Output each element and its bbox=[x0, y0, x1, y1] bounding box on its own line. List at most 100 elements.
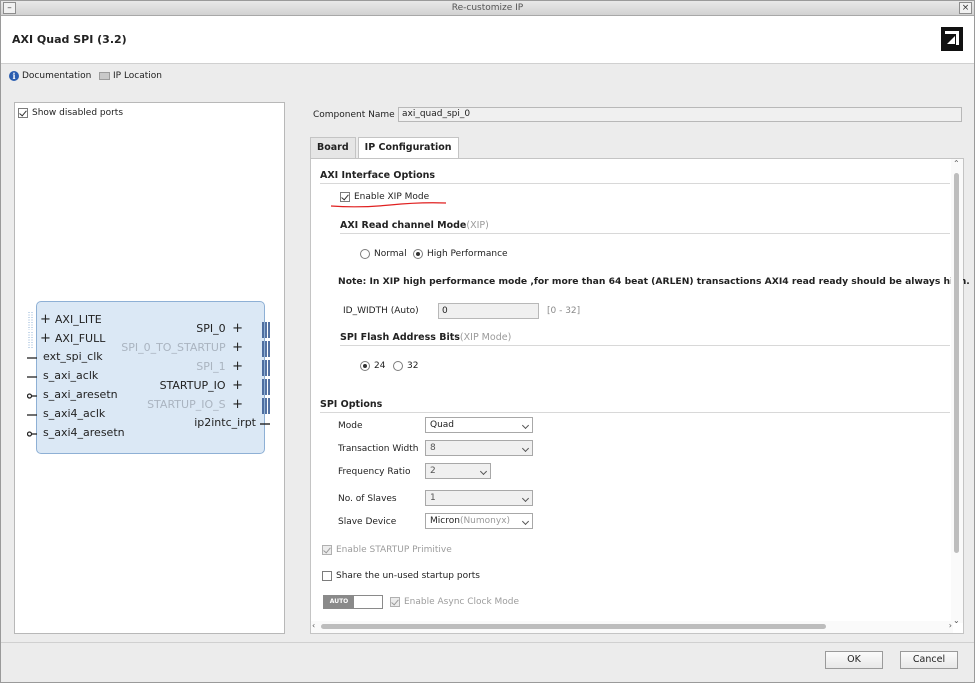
tab-ip-configuration[interactable]: IP Configuration bbox=[357, 137, 459, 159]
no-of-slaves-select[interactable]: 1 bbox=[425, 490, 533, 506]
ip-location-link[interactable]: IP Location bbox=[99, 71, 162, 81]
divider bbox=[320, 183, 950, 184]
tab-bar: Board IP Configuration bbox=[310, 137, 461, 159]
radio-icon bbox=[393, 361, 403, 371]
divider bbox=[340, 345, 950, 346]
close-icon[interactable]: × bbox=[959, 2, 972, 14]
no-of-slaves-label: No. of Slaves bbox=[338, 494, 397, 504]
checkbox-icon bbox=[322, 571, 332, 581]
port-startup-io[interactable]: STARTUP_IO + bbox=[160, 378, 243, 393]
slave-device-label: Slave Device bbox=[338, 517, 397, 527]
expand-plus-icon[interactable]: + bbox=[40, 331, 51, 346]
enable-async-clock-mode-checkbox[interactable]: Enable Async Clock Mode bbox=[390, 597, 519, 607]
symbol-pane: Show disabled ports + AXI_LITE + AXI_FUL… bbox=[14, 102, 285, 634]
frequency-ratio-label: Frequency Ratio bbox=[338, 467, 411, 477]
port-spi-0-to-startup[interactable]: SPI_0_TO_STARTUP + bbox=[121, 340, 243, 355]
read-mode-normal-radio[interactable]: Normal bbox=[360, 249, 407, 259]
horizontal-scrollbar[interactable]: ‹ › bbox=[311, 621, 953, 633]
port-startup-io-s[interactable]: STARTUP_IO_S + bbox=[147, 397, 243, 412]
cancel-button[interactable]: Cancel bbox=[900, 651, 958, 669]
port-s-axi-aclk: s_axi_aclk bbox=[43, 369, 99, 382]
radio-icon bbox=[413, 249, 423, 259]
vertical-scrollbar[interactable]: ⌃ ⌄ bbox=[951, 159, 963, 625]
port-spi-1[interactable]: SPI_1 + bbox=[196, 359, 243, 374]
expand-plus-icon[interactable]: + bbox=[232, 378, 243, 393]
enable-xip-mode-checkbox[interactable]: Enable XIP Mode bbox=[340, 192, 429, 202]
expand-plus-icon[interactable]: + bbox=[232, 359, 243, 374]
mode-select[interactable]: Quad bbox=[425, 417, 533, 433]
tab-board[interactable]: Board bbox=[310, 137, 356, 159]
chevron-down-icon bbox=[479, 467, 488, 476]
axi-read-channel-mode-heading: AXI Read channel Mode(XIP) bbox=[340, 220, 489, 231]
ok-button[interactable]: OK bbox=[825, 651, 883, 669]
expand-plus-icon[interactable]: + bbox=[232, 321, 243, 336]
info-icon: i bbox=[9, 71, 19, 81]
divider bbox=[1, 642, 974, 643]
scroll-up-icon[interactable]: ⌃ bbox=[953, 159, 960, 168]
expand-plus-icon[interactable]: + bbox=[40, 312, 51, 327]
address-bits-24-radio[interactable]: 24 bbox=[360, 361, 385, 371]
expand-plus-icon[interactable]: + bbox=[232, 340, 243, 355]
ip-symbol-block: + AXI_LITE + AXI_FULL ext_spi_clk s_axi_ac… bbox=[27, 301, 270, 454]
scrollbar-thumb[interactable] bbox=[954, 173, 959, 553]
ip-title: AXI Quad SPI (3.2) bbox=[12, 33, 127, 46]
id-width-range: [0 - 32] bbox=[547, 306, 581, 316]
right-port-stubs bbox=[260, 322, 270, 425]
red-underline-annotation bbox=[330, 202, 447, 208]
dialog-window: – Re-customize IP × AXI Quad SPI (3.2) i… bbox=[0, 0, 975, 683]
radio-icon bbox=[360, 249, 370, 259]
mode-label: Mode bbox=[338, 421, 363, 431]
frequency-ratio-select[interactable]: 2 bbox=[425, 463, 491, 479]
auto-toggle[interactable]: AUTO bbox=[323, 595, 383, 609]
chevron-down-icon bbox=[521, 494, 530, 503]
scroll-left-icon[interactable]: ‹ bbox=[312, 621, 315, 630]
address-bits-32-radio[interactable]: 32 bbox=[393, 361, 418, 371]
show-disabled-ports-checkbox[interactable]: Show disabled ports bbox=[18, 108, 123, 118]
documentation-link[interactable]: i Documentation bbox=[9, 71, 91, 81]
checkbox-icon bbox=[390, 597, 400, 607]
transaction-width-select[interactable]: 8 bbox=[425, 440, 533, 456]
port-s-axi4-aclk: s_axi4_aclk bbox=[43, 407, 106, 420]
divider bbox=[320, 412, 950, 413]
scroll-right-icon[interactable]: › bbox=[949, 621, 952, 630]
port-axi-lite[interactable]: + AXI_LITE bbox=[40, 312, 102, 327]
component-name-label: Component Name bbox=[313, 110, 395, 120]
chevron-down-icon bbox=[521, 517, 530, 526]
id-width-label: ID_WIDTH (Auto) bbox=[343, 306, 419, 316]
axi-interface-options-heading: AXI Interface Options bbox=[320, 170, 436, 181]
read-mode-high-performance-radio[interactable]: High Performance bbox=[413, 249, 508, 259]
link-bar: i Documentation IP Location bbox=[1, 65, 974, 87]
slave-device-select[interactable]: Micron(Numonyx) bbox=[425, 513, 533, 529]
xip-note: Note: In XIP high performance mode ,for … bbox=[338, 276, 970, 287]
ip-configuration-panel: AXI Interface Options Enable XIP Mode AX… bbox=[310, 158, 970, 634]
config-pane: Component Name axi_quad_spi_0 Board IP C… bbox=[308, 102, 970, 634]
checkbox-icon bbox=[18, 108, 28, 118]
chevron-down-icon bbox=[521, 421, 530, 430]
scroll-down-icon[interactable]: ⌄ bbox=[953, 616, 960, 625]
expand-plus-icon[interactable]: + bbox=[232, 397, 243, 412]
port-ext-spi-clk: ext_spi_clk bbox=[43, 350, 103, 363]
spi-options-heading: SPI Options bbox=[320, 399, 383, 410]
folder-icon bbox=[99, 72, 110, 80]
id-width-input[interactable]: 0 bbox=[438, 303, 539, 319]
port-spi-0[interactable]: SPI_0 + bbox=[196, 321, 243, 336]
port-s-axi4-aresetn: s_axi4_aresetn bbox=[43, 426, 125, 439]
port-s-axi-aresetn: s_axi_aresetn bbox=[43, 388, 118, 401]
checkbox-icon bbox=[322, 545, 332, 555]
window-title: Re-customize IP bbox=[451, 3, 524, 13]
divider bbox=[340, 233, 950, 234]
share-unused-startup-ports-checkbox[interactable]: Share the un-used startup ports bbox=[322, 571, 480, 581]
left-port-stubs bbox=[27, 312, 37, 437]
spi-flash-address-bits-heading: SPI Flash Address Bits(XIP Mode) bbox=[340, 332, 512, 343]
transaction-width-label: Transaction Width bbox=[338, 444, 419, 454]
port-ip2intc-irpt: ip2intc_irpt bbox=[194, 416, 256, 429]
header: AXI Quad SPI (3.2) bbox=[1, 16, 974, 64]
amd-logo-icon bbox=[941, 27, 963, 51]
scrollbar-thumb[interactable] bbox=[321, 624, 826, 629]
checkbox-icon bbox=[340, 192, 350, 202]
title-bar: – Re-customize IP × bbox=[1, 1, 974, 16]
component-name-input[interactable]: axi_quad_spi_0 bbox=[398, 107, 962, 122]
enable-startup-primitive-checkbox[interactable]: Enable STARTUP Primitive bbox=[322, 545, 452, 555]
port-axi-full[interactable]: + AXI_FULL bbox=[40, 331, 105, 346]
radio-icon bbox=[360, 361, 370, 371]
